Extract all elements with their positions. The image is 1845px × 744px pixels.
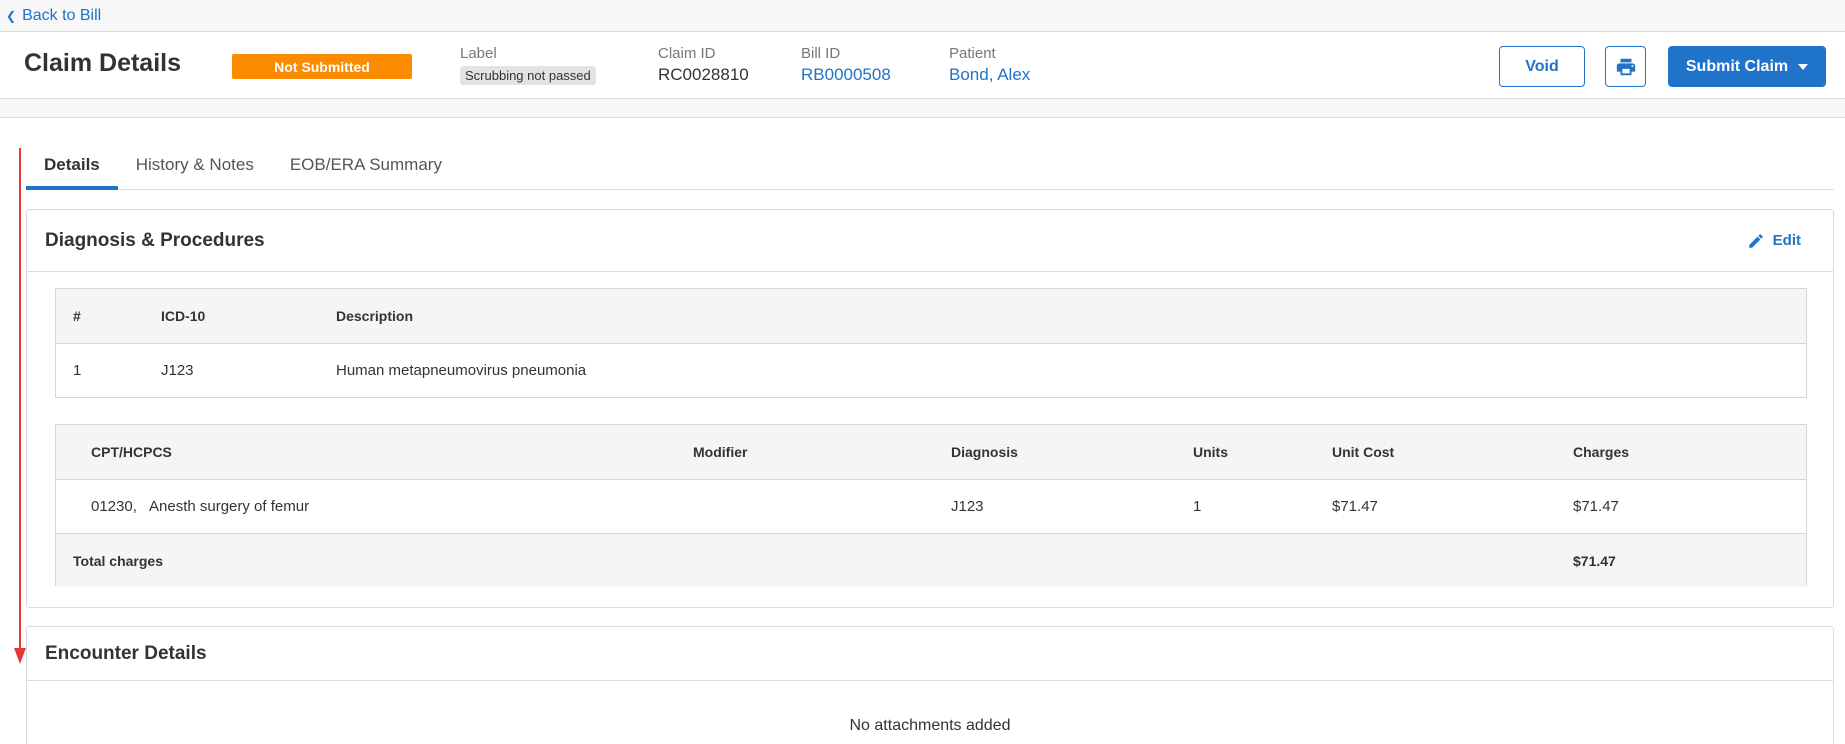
cpt-table-header: CPT/HCPCS Modifier Diagnosis Units Unit … — [56, 425, 1806, 479]
main-content: Details History & Notes EOB/ERA Summary … — [0, 117, 1845, 744]
table-row: 1 J123 Human metapneumovirus pneumonia — [56, 343, 1806, 397]
tab-history-notes[interactable]: History & Notes — [118, 140, 272, 190]
back-to-bill-link[interactable]: ❮ Back to Bill — [6, 7, 101, 25]
icd-row-number: 1 — [73, 362, 82, 379]
label-chip: Scrubbing not passed — [460, 66, 596, 85]
status-badge: Not Submitted — [232, 54, 412, 79]
chevron-left-icon: ❮ — [6, 8, 17, 23]
edit-label: Edit — [1772, 232, 1801, 249]
icd-table: # ICD-10 Description 1 J123 Human metapn… — [55, 288, 1807, 398]
label-meta: Label Scrubbing not passed — [460, 45, 596, 85]
patient-meta: Patient Bond, Alex — [949, 45, 1030, 85]
total-charges-row: Total charges $71.47 — [56, 533, 1806, 587]
caret-down-icon — [1798, 63, 1809, 70]
cpt-row-charges: $71.47 — [1573, 498, 1619, 515]
cpt-row-unit-cost: $71.47 — [1332, 498, 1378, 515]
col-number: # — [73, 308, 81, 324]
encounter-details-title: Encounter Details — [45, 642, 207, 664]
submit-claim-button[interactable]: Submit Claim — [1668, 46, 1826, 87]
submit-claim-label: Submit Claim — [1685, 57, 1789, 75]
edit-button[interactable]: Edit — [1747, 232, 1801, 250]
cpt-table: CPT/HCPCS Modifier Diagnosis Units Unit … — [55, 424, 1807, 587]
claim-header: Claim Details Not Submitted Label Scrubb… — [0, 31, 1845, 99]
col-cpt-hcpcs: CPT/HCPCS — [91, 444, 172, 460]
claim-id-meta: Claim ID RC0028810 — [658, 45, 749, 85]
cpt-row-code: 01230, — [91, 498, 137, 515]
icd-table-header: # ICD-10 Description — [56, 289, 1806, 343]
back-link-label: Back to Bill — [22, 6, 102, 24]
page-title: Claim Details — [24, 49, 182, 77]
bill-id-caption: Bill ID — [801, 45, 841, 62]
diagnosis-procedures-card: Diagnosis & Procedures Edit # ICD-10 Des… — [26, 209, 1834, 608]
cpt-row-units: 1 — [1193, 498, 1202, 515]
col-modifier: Modifier — [693, 444, 748, 460]
col-diagnosis: Diagnosis — [951, 444, 1018, 460]
total-charges-value: $71.47 — [1573, 552, 1616, 569]
col-unit-cost: Unit Cost — [1332, 444, 1395, 460]
card-header: Diagnosis & Procedures Edit — [27, 210, 1833, 272]
tab-bar: Details History & Notes EOB/ERA Summary — [26, 140, 1834, 190]
scroll-down-arrow-annotation — [14, 148, 26, 664]
bill-id-link[interactable]: RB0000508 — [801, 65, 891, 85]
encounter-card-header: Encounter Details — [27, 627, 1833, 681]
print-button[interactable] — [1605, 46, 1646, 87]
col-icd10: ICD-10 — [161, 308, 206, 324]
cpt-row-description: Anesth surgery of femur — [149, 498, 310, 515]
total-charges-label: Total charges — [73, 552, 163, 569]
icd-row-code: J123 — [161, 362, 194, 379]
col-charges: Charges — [1573, 444, 1630, 460]
col-description: Description — [336, 308, 414, 324]
patient-link[interactable]: Bond, Alex — [949, 65, 1030, 85]
bill-id-meta: Bill ID RB0000508 — [801, 45, 891, 85]
tab-details[interactable]: Details — [26, 140, 118, 190]
patient-caption: Patient — [949, 45, 996, 62]
void-button[interactable]: Void — [1499, 46, 1585, 87]
cpt-row-diagnosis: J123 — [951, 498, 984, 515]
tab-eob-era-summary[interactable]: EOB/ERA Summary — [272, 140, 460, 190]
no-attachments-text: No attachments added — [849, 717, 1011, 734]
label-caption: Label — [460, 45, 497, 62]
pencil-icon — [1748, 233, 1763, 248]
table-row: 01230, Anesth surgery of femur J123 1 $7… — [56, 479, 1806, 533]
encounter-details-card: Encounter Details No attachments added — [26, 626, 1834, 744]
claim-id-value: RC0028810 — [658, 65, 749, 84]
printer-icon — [1616, 58, 1635, 75]
diagnosis-procedures-title: Diagnosis & Procedures — [45, 229, 265, 251]
claim-id-caption: Claim ID — [658, 45, 716, 62]
icd-row-description: Human metapneumovirus pneumonia — [336, 362, 587, 379]
topbar: ❮ Back to Bill — [0, 0, 1845, 31]
col-units: Units — [1193, 444, 1228, 460]
